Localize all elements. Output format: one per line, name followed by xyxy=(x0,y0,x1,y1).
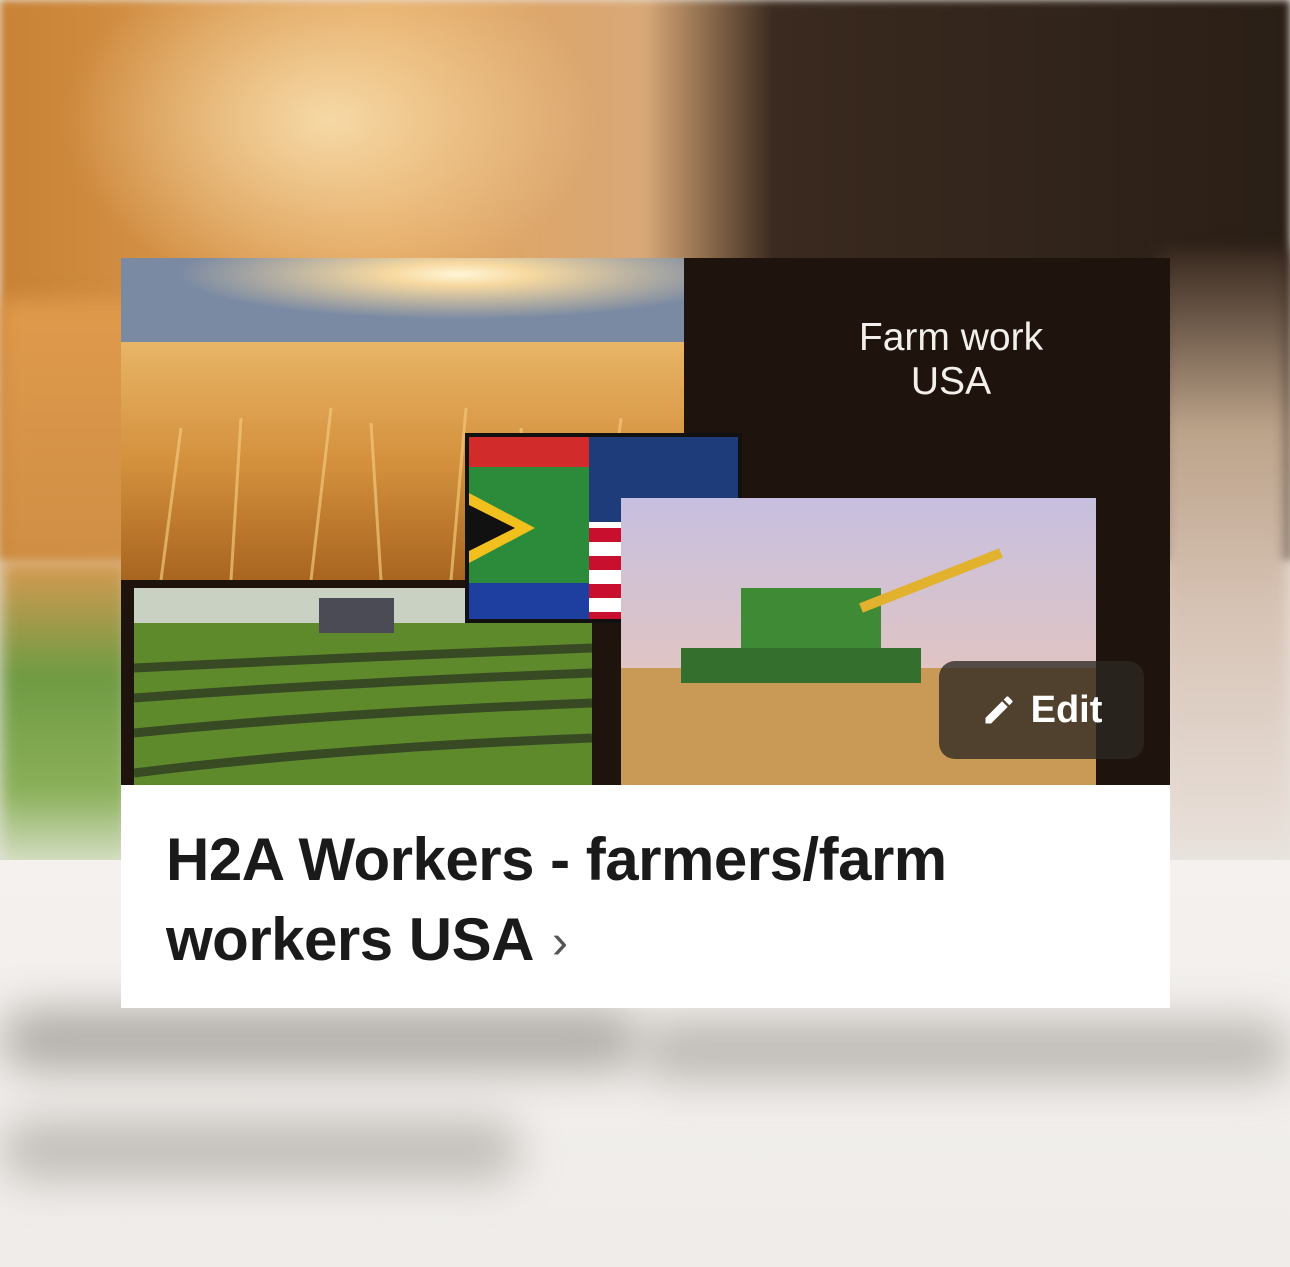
edit-cover-button[interactable]: Edit xyxy=(939,661,1144,759)
group-title[interactable]: H2A Workers - farmers/farm workers USA › xyxy=(166,820,1106,983)
pencil-icon xyxy=(985,696,1013,724)
cover-photo[interactable]: Farm work USA Edit xyxy=(121,258,1170,785)
edit-label: Edit xyxy=(1030,688,1103,731)
chevron-right-icon: › xyxy=(551,916,568,969)
group-card[interactable]: Farm work USA Edit H2A Workers - farmers… xyxy=(121,258,1170,1008)
cover-caption: Farm work USA xyxy=(858,316,1044,403)
